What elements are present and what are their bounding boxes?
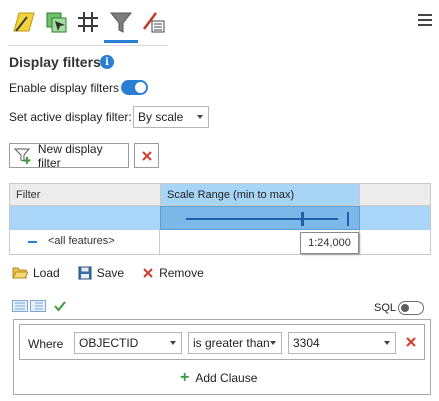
sql-toggle[interactable] bbox=[398, 301, 424, 315]
close-icon bbox=[141, 150, 152, 161]
grid-icon[interactable] bbox=[74, 8, 102, 36]
toolbar-divider bbox=[8, 45, 168, 46]
chevron-down-icon bbox=[384, 341, 390, 345]
indent-right-icon[interactable] bbox=[30, 300, 46, 312]
clause-row: Where OBJECTID is greater than 3304 bbox=[19, 324, 425, 360]
remove-button[interactable]: Remove bbox=[142, 266, 204, 280]
add-clause-label: Add Clause bbox=[195, 371, 258, 385]
active-tab-indicator bbox=[104, 40, 138, 43]
checkmark-icon[interactable] bbox=[54, 300, 66, 312]
remove-clause-button[interactable] bbox=[404, 335, 418, 349]
save-icon bbox=[78, 266, 92, 280]
filter-actions: Load Save Remove bbox=[12, 265, 222, 281]
slider-track bbox=[186, 218, 338, 220]
indent-left-icon[interactable] bbox=[12, 300, 28, 312]
scale-range-slider[interactable] bbox=[160, 206, 360, 230]
field-select[interactable]: OBJECTID bbox=[74, 332, 182, 354]
enable-filters-label: Enable display filters bbox=[9, 81, 120, 95]
chevron-down-icon bbox=[170, 341, 176, 345]
clause-value: 3304 bbox=[293, 336, 320, 350]
plus-icon: + bbox=[180, 369, 190, 386]
column-header-scale-range-label: Scale Range (min to max) bbox=[167, 189, 295, 201]
operator-select[interactable]: is greater than bbox=[188, 332, 282, 354]
all-features-label: <all features> bbox=[48, 235, 115, 247]
active-filter-select[interactable]: By scale bbox=[133, 106, 209, 128]
info-icon[interactable]: i bbox=[100, 55, 114, 69]
new-display-filter-label: New display filter bbox=[37, 141, 103, 170]
slider-min-handle[interactable] bbox=[301, 212, 304, 226]
chevron-down-icon bbox=[197, 115, 203, 119]
clause-builder: Where OBJECTID is greater than 3304 + Ad… bbox=[13, 319, 431, 395]
chevron-down-icon bbox=[270, 341, 276, 345]
column-header-scale-range[interactable]: Scale Range (min to max) bbox=[160, 184, 360, 205]
delete-filter-button[interactable] bbox=[134, 143, 159, 168]
new-filter-icon bbox=[14, 148, 31, 164]
load-label: Load bbox=[33, 266, 60, 280]
enable-filters-toggle[interactable] bbox=[121, 80, 148, 95]
active-filter-label: Set active display filter: bbox=[9, 110, 132, 124]
field-value: OBJECTID bbox=[79, 336, 139, 350]
table-row[interactable] bbox=[10, 206, 430, 230]
labeling-icon[interactable] bbox=[42, 8, 70, 36]
page-title: Display filters bbox=[9, 54, 101, 70]
close-icon bbox=[406, 337, 416, 347]
new-display-filter-button[interactable]: New display filter bbox=[9, 141, 129, 170]
panel-toolbar bbox=[0, 0, 439, 46]
save-label: Save bbox=[96, 266, 125, 280]
slider-max-handle[interactable] bbox=[347, 212, 349, 226]
sql-label: SQL bbox=[374, 302, 397, 314]
active-filter-value: By scale bbox=[138, 110, 184, 124]
folder-icon bbox=[12, 267, 28, 279]
scale-tooltip: 1:24,000 bbox=[300, 232, 359, 254]
table-row[interactable]: <all features> bbox=[10, 230, 430, 254]
where-label: Where bbox=[28, 337, 64, 351]
filter-cell[interactable]: <all features> bbox=[10, 230, 160, 254]
operator-value: is greater than bbox=[193, 336, 270, 350]
remove-label: Remove bbox=[159, 266, 204, 280]
attribute-properties-icon[interactable] bbox=[139, 8, 167, 36]
table-header: Filter Scale Range (min to max) bbox=[10, 184, 430, 206]
filter-icon[interactable] bbox=[107, 8, 135, 36]
clause-tools bbox=[12, 300, 66, 312]
filters-table: Filter Scale Range (min to max) <all fea… bbox=[9, 183, 431, 255]
hamburger-menu-icon[interactable] bbox=[418, 14, 432, 30]
column-header-filter[interactable]: Filter bbox=[16, 189, 40, 201]
add-clause-button[interactable]: + Add Clause bbox=[180, 369, 258, 386]
minus-icon bbox=[28, 241, 37, 243]
symbology-icon[interactable] bbox=[10, 8, 38, 36]
value-select[interactable]: 3304 bbox=[288, 332, 396, 354]
close-icon bbox=[143, 268, 153, 278]
load-button[interactable]: Load bbox=[12, 266, 60, 280]
save-button[interactable]: Save bbox=[78, 266, 124, 280]
